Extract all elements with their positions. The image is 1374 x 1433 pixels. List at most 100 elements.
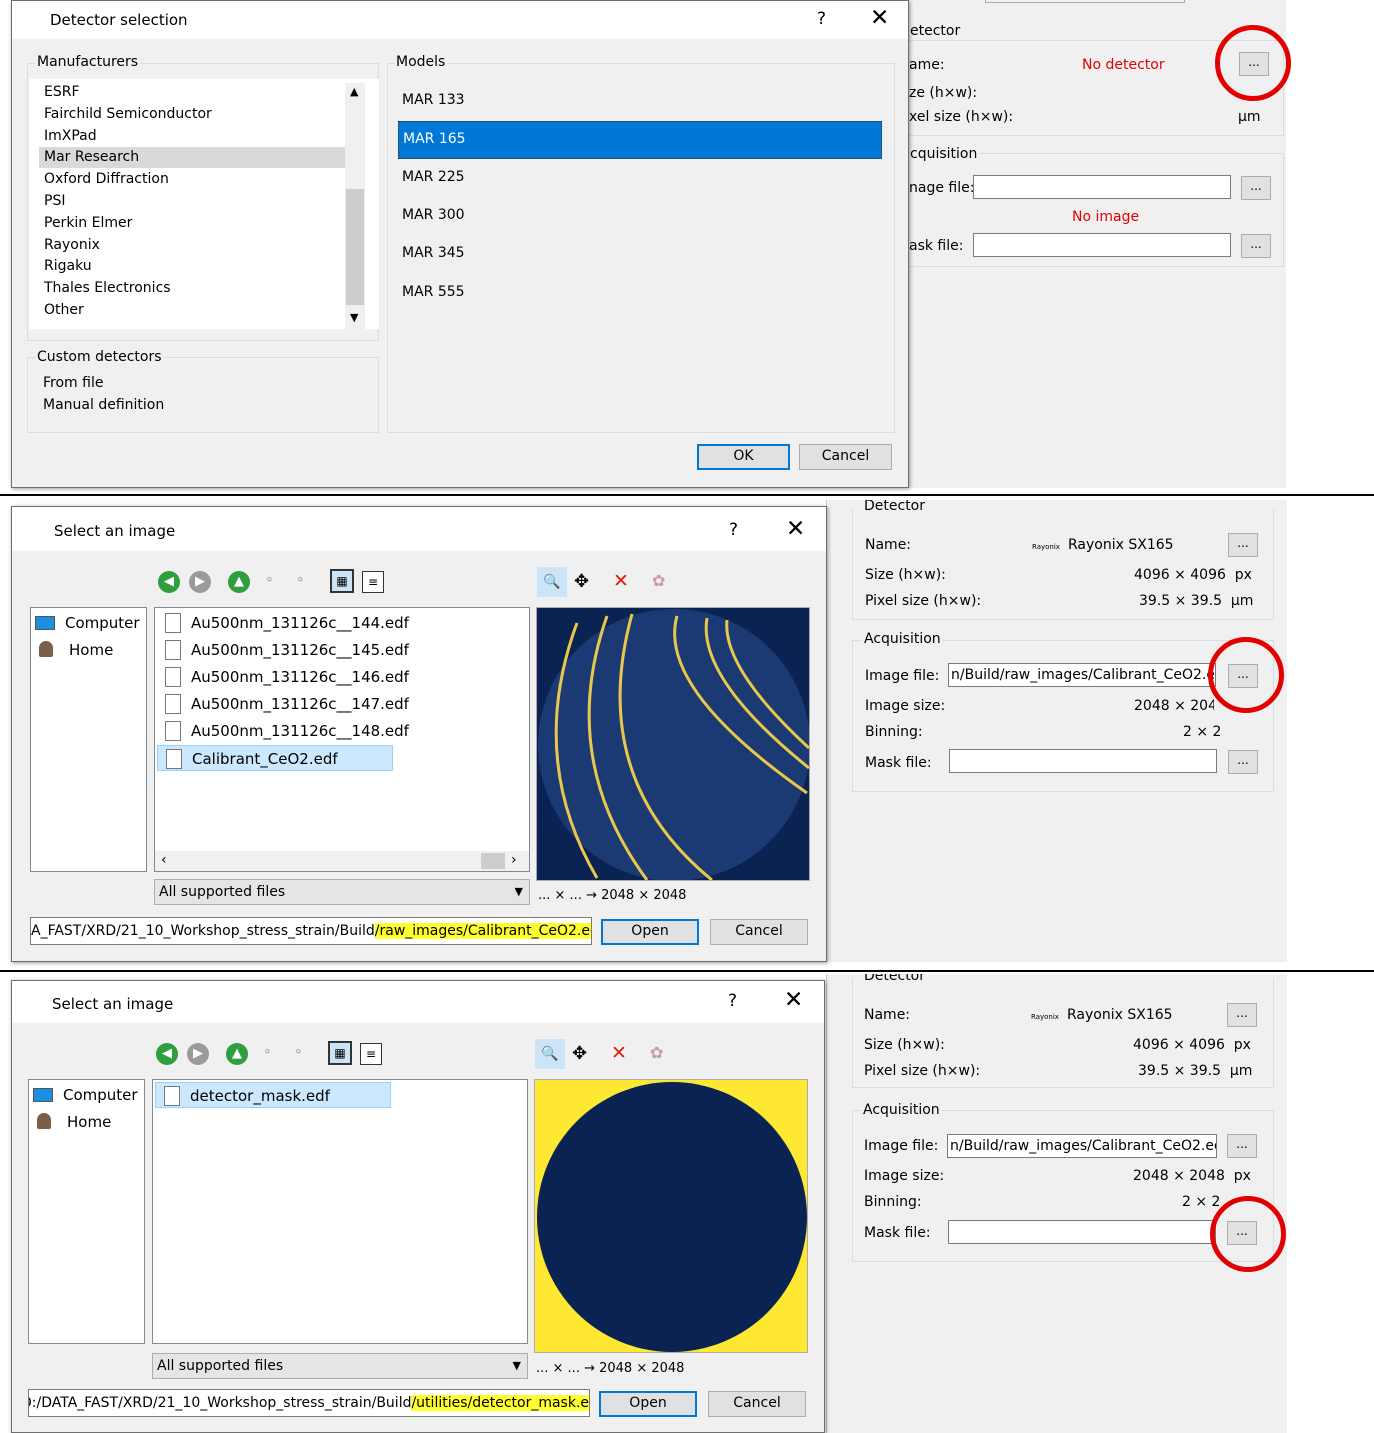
title-bar: Select an image ? ✕ (12, 981, 824, 1019)
model-item[interactable]: MAR 345 (398, 236, 882, 274)
open-button[interactable]: Open (599, 1391, 697, 1417)
open-button[interactable]: Open (601, 919, 699, 945)
manufacturer-item[interactable]: ESRF (39, 82, 345, 103)
reset-icon[interactable]: ✕ (613, 570, 629, 592)
file-item[interactable]: detector_mask.edf (155, 1082, 391, 1108)
help-icon[interactable]: ? (817, 9, 826, 29)
model-item[interactable]: MAR 133 (398, 83, 882, 121)
detector-name-value: Rayonix SX165 (1068, 537, 1174, 553)
file-list: detector_mask.edf (152, 1079, 528, 1344)
model-item[interactable]: MAR 165 (398, 121, 882, 160)
home-place[interactable]: Home (33, 1113, 111, 1131)
scroll-down-icon[interactable]: ▼ (350, 311, 358, 324)
icon-view-icon[interactable]: ▦ (328, 1041, 352, 1065)
model-item[interactable]: MAR 225 (398, 160, 882, 198)
dialog-title: Detector selection (50, 11, 188, 29)
cancel-button[interactable]: Cancel (710, 919, 808, 945)
zoom-icon[interactable]: 🔍 (535, 1039, 565, 1069)
bookmark-add-icon[interactable]: ⚬ (264, 573, 275, 588)
parent-folder-icon[interactable]: ▲ (228, 571, 250, 593)
custom-detector-item[interactable]: From file (43, 373, 103, 394)
mask-file-input[interactable] (948, 1220, 1216, 1244)
manufacturer-item[interactable]: PSI (39, 191, 345, 212)
forward-icon[interactable]: ▶ (189, 571, 211, 593)
bookmark-remove-icon[interactable]: ⚬ (295, 573, 306, 588)
cancel-button[interactable]: Cancel (708, 1391, 806, 1417)
colormap-icon[interactable]: ✿ (652, 571, 665, 590)
pan-icon[interactable]: ✥ (572, 1043, 587, 1064)
file-item[interactable]: Au500nm_131126c__145.edf (157, 637, 527, 663)
file-type-filter[interactable]: All supported files ▼ (152, 1353, 528, 1379)
zoom-icon[interactable]: 🔍 (537, 567, 567, 597)
manufacturers-list: ESRF Fairchild Semiconductor ImXPad Mar Res… (29, 79, 379, 329)
scroll-up-icon[interactable]: ▲ (350, 85, 358, 98)
file-item[interactable]: Au500nm_131126c__148.edf (157, 718, 527, 744)
file-path-input[interactable]: D:/DATA_FAST/XRD/21_10_Workshop_stress_s… (28, 1389, 590, 1417)
scroll-right-icon[interactable]: › (511, 852, 517, 868)
manufacturer-item[interactable]: ImXPad (39, 126, 345, 147)
pixel-unit: µm (1238, 109, 1261, 125)
reset-icon[interactable]: ✕ (611, 1042, 627, 1064)
bookmark-remove-icon[interactable]: ⚬ (293, 1045, 304, 1060)
image-file-input[interactable]: n/Build/raw_images/Calibrant_CeO2.edf (948, 663, 1216, 687)
manufacturer-item[interactable]: Thales Electronics (39, 278, 345, 299)
close-icon[interactable]: ✕ (786, 516, 805, 542)
name-label: Name: (865, 537, 912, 553)
scroll-thumb[interactable] (481, 853, 505, 869)
help-icon[interactable]: ? (728, 991, 737, 1011)
help-icon[interactable]: ? (729, 520, 738, 540)
manufacturer-item[interactable]: Oxford Diffraction (39, 169, 345, 190)
forward-icon[interactable]: ▶ (187, 1043, 209, 1065)
manufacturers-scrollbar[interactable]: ▲ ▼ (345, 83, 365, 329)
list-view-icon[interactable]: ≡ (362, 571, 384, 593)
model-item[interactable]: MAR 555 (398, 275, 882, 313)
file-path-input[interactable]: A_FAST/XRD/21_10_Workshop_stress_strain/… (30, 917, 592, 945)
back-icon[interactable]: ◀ (156, 1043, 178, 1065)
detector-group-label: Detector (862, 974, 928, 982)
close-icon[interactable]: ✕ (784, 987, 803, 1013)
close-icon[interactable]: ✕ (870, 5, 889, 31)
model-item[interactable]: MAR 300 (398, 198, 882, 236)
mask-file-input[interactable] (949, 749, 1217, 773)
scroll-left-icon[interactable]: ‹ (161, 852, 167, 868)
mask-browse-button[interactable]: ... (1228, 750, 1258, 774)
manufacturer-item[interactable]: Rayonix (39, 235, 345, 256)
cancel-button[interactable]: Cancel (799, 444, 892, 470)
detector-browse-button[interactable]: ... (1227, 1003, 1257, 1027)
mask-browse-button[interactable]: ... (1241, 234, 1271, 258)
manufacturer-item[interactable]: Rigaku (39, 256, 345, 277)
computer-place[interactable]: Computer (35, 614, 140, 632)
horizontal-scrollbar[interactable]: ‹ › (155, 851, 529, 871)
file-item[interactable]: Au500nm_131126c__146.edf (157, 664, 527, 690)
image-preview (534, 1079, 808, 1353)
pan-icon[interactable]: ✥ (574, 571, 589, 592)
manufacturer-label: Fairchild Semiconductor (44, 105, 212, 122)
image-file-input[interactable]: n/Build/raw_images/Calibrant_CeO2.edf (947, 1134, 1217, 1158)
file-item[interactable]: Au500nm_131126c__144.edf (157, 610, 527, 636)
pixel-size-label: Pixel size (h×w): (865, 593, 982, 609)
list-view-icon[interactable]: ≡ (360, 1043, 382, 1065)
manufacturer-item[interactable]: Fairchild Semiconductor (39, 104, 345, 125)
name-label: ame: (909, 57, 945, 73)
ok-button[interactable]: OK (697, 444, 790, 470)
scroll-thumb[interactable] (346, 189, 364, 305)
file-item[interactable]: Calibrant_CeO2.edf (157, 745, 393, 771)
computer-place[interactable]: Computer (33, 1086, 138, 1104)
image-file-input[interactable] (973, 175, 1231, 199)
colormap-icon[interactable]: ✿ (650, 1043, 663, 1062)
mask-file-input[interactable] (973, 233, 1231, 257)
custom-detector-item[interactable]: Manual definition (43, 395, 164, 416)
manufacturer-item[interactable]: Mar Research (39, 147, 345, 169)
manufacturer-item[interactable]: Perkin Elmer (39, 213, 345, 234)
file-type-filter[interactable]: All supported files ▼ (154, 879, 530, 905)
file-item[interactable]: Au500nm_131126c__147.edf (157, 691, 527, 717)
parent-folder-icon[interactable]: ▲ (226, 1043, 248, 1065)
back-icon[interactable]: ◀ (158, 571, 180, 593)
manufacturer-item[interactable]: Other (39, 300, 345, 321)
detector-browse-button[interactable]: ... (1228, 533, 1258, 557)
image-browse-button[interactable]: ... (1227, 1134, 1257, 1158)
home-place[interactable]: Home (35, 641, 113, 659)
icon-view-icon[interactable]: ▦ (330, 569, 354, 593)
image-browse-button[interactable]: ... (1241, 176, 1271, 200)
bookmark-add-icon[interactable]: ⚬ (262, 1045, 273, 1060)
